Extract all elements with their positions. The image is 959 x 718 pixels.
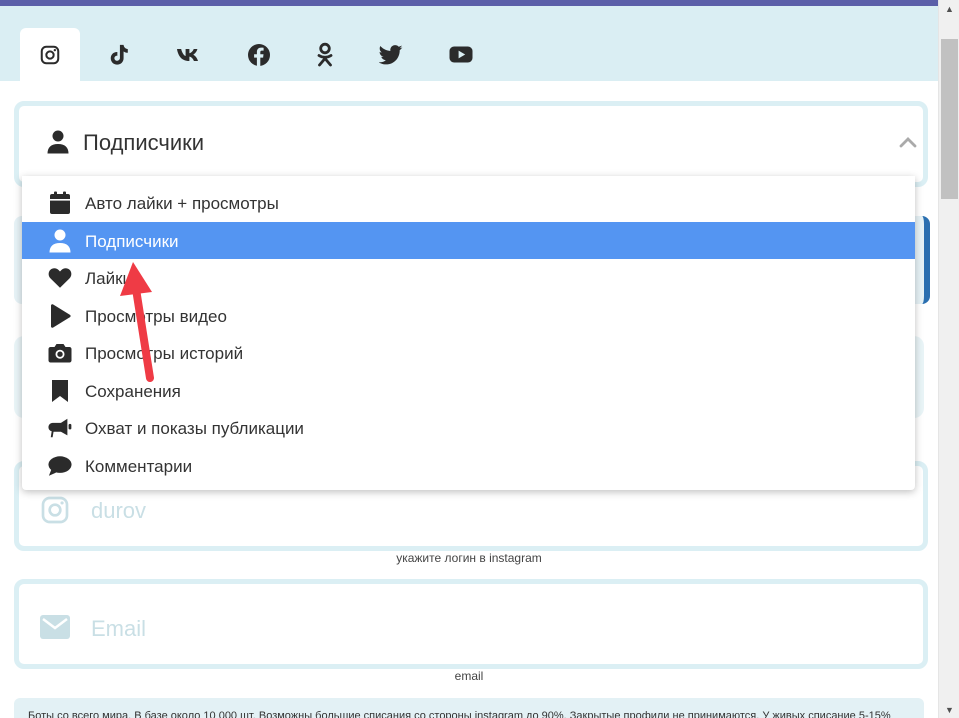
dropdown-item-followers[interactable]: Подписчики (22, 222, 915, 259)
service-select[interactable]: Подписчики (14, 101, 928, 187)
user-icon (49, 229, 71, 253)
tab-youtube[interactable] (431, 28, 491, 81)
tab-instagram[interactable] (20, 28, 80, 81)
notice-text: Боты со всего мира. В базе около 10 000 … (28, 710, 891, 718)
dropdown-item-label: Лайки (85, 269, 133, 288)
email-help-text: email (454, 669, 484, 683)
tab-twitter[interactable] (361, 28, 421, 81)
social-tabs-bar (0, 6, 938, 81)
dropdown-item-likes[interactable]: Лайки (22, 259, 915, 296)
page: durov укажите логин в instagram Email em… (0, 6, 938, 718)
calendar-icon (50, 191, 70, 214)
twitter-icon (379, 44, 403, 64)
dropdown-item-comments[interactable]: Комментарии (22, 447, 915, 484)
bookmark-icon (52, 380, 68, 402)
play-icon (51, 304, 71, 328)
scroll-down-icon[interactable]: ▼ (939, 701, 959, 718)
tab-odnoklassniki[interactable] (295, 28, 355, 81)
scroll-up-icon[interactable]: ▲ (939, 0, 959, 17)
envelope-icon (40, 615, 70, 639)
dropdown-item-reach[interactable]: Охват и показы публикации (22, 409, 915, 446)
dropdown-item-label: Комментарии (85, 457, 193, 476)
page-scrollbar[interactable]: ▲ ▼ (938, 0, 959, 718)
tab-tiktok[interactable] (89, 28, 149, 81)
dropdown-item-label: Просмотры видео (85, 307, 227, 326)
camera-icon (48, 344, 72, 363)
login-placeholder: durov (91, 498, 147, 523)
vk-icon (177, 48, 198, 61)
facebook-icon (248, 43, 270, 66)
dropdown-item-story-views[interactable]: Просмотры историй (22, 334, 915, 371)
scrollbar-thumb[interactable] (941, 39, 958, 199)
dropdown-item-label: Сохранения (85, 382, 181, 401)
selected-service-label: Подписчики (83, 130, 205, 155)
email-placeholder: Email (91, 616, 147, 641)
youtube-icon (449, 46, 473, 63)
user-icon (47, 130, 69, 154)
service-notice: Боты со всего мира. В базе около 10 000 … (14, 698, 924, 718)
email-field[interactable]: Email (14, 579, 928, 669)
dropdown-item-label: Авто лайки + просмотры (85, 194, 279, 213)
odnoklassniki-icon (317, 42, 333, 66)
comment-icon (48, 456, 72, 476)
instagram-icon (40, 45, 60, 64)
megaphone-icon (48, 418, 72, 438)
dropdown-item-saves[interactable]: Сохранения (22, 372, 915, 409)
dropdown-item-label: Подписчики (85, 232, 179, 251)
chevron-up-icon[interactable] (899, 136, 917, 148)
instagram-icon (41, 496, 69, 524)
dropdown-item-label: Охват и показы публикации (85, 419, 304, 438)
dropdown-item-video-views[interactable]: Просмотры видео (22, 297, 915, 334)
tiktok-icon (110, 44, 128, 65)
dropdown-item-auto-likes[interactable]: Авто лайки + просмотры (22, 184, 915, 221)
heart-icon (48, 268, 72, 288)
login-help-text: укажите логин в instagram (396, 551, 542, 565)
service-dropdown: Авто лайки + просмотры Подписчики Лайки … (22, 176, 915, 490)
dropdown-item-label: Просмотры историй (85, 344, 244, 363)
tab-facebook[interactable] (229, 28, 289, 81)
tab-vk[interactable] (159, 28, 219, 81)
